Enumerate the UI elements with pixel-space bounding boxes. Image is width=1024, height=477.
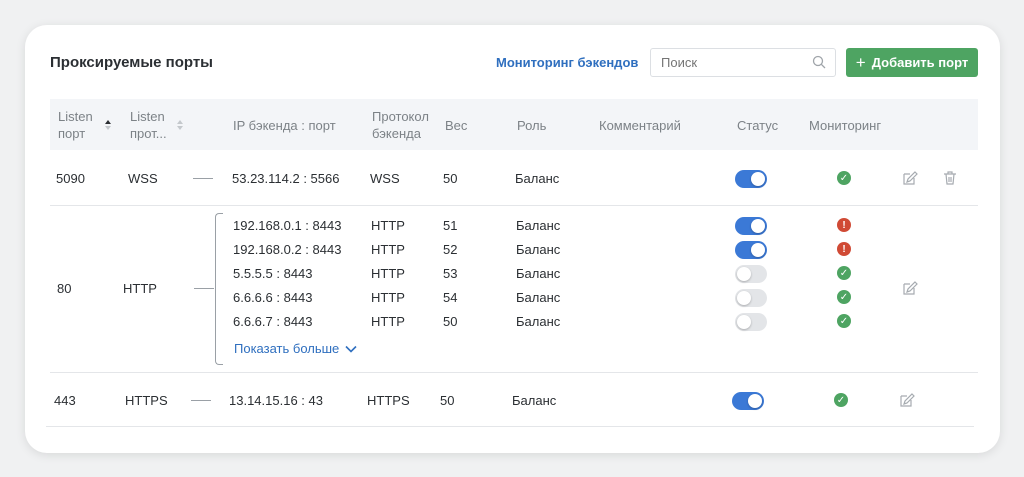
status-toggle[interactable] xyxy=(732,392,764,410)
row-divider xyxy=(50,205,978,206)
listen-port: 5090 xyxy=(56,171,85,186)
toggle-knob xyxy=(748,394,762,408)
backend-ip: 6.6.6.7 : 8443 xyxy=(233,314,313,329)
backend-proto: HTTP xyxy=(371,314,405,329)
monitoring-ok-icon: ✓ xyxy=(837,266,851,280)
toggle-knob xyxy=(737,291,751,305)
col-backend-proto-line1: Протокол xyxy=(372,109,429,124)
backend-weight: 52 xyxy=(443,242,458,257)
col-listen-port[interactable]: Listen порт xyxy=(58,108,93,142)
col-status: Статус xyxy=(737,118,779,133)
toggle-knob xyxy=(751,172,765,186)
status-toggle[interactable] xyxy=(735,170,767,188)
toggle-knob xyxy=(751,219,765,233)
trash-icon[interactable] xyxy=(942,170,958,186)
status-toggle[interactable] xyxy=(735,265,767,283)
sort-icon[interactable] xyxy=(104,119,112,131)
backend-proto: HTTP xyxy=(371,266,405,281)
row-divider xyxy=(50,372,978,373)
monitoring-error-icon: ! xyxy=(837,242,851,256)
backend-role: Баланс xyxy=(516,290,561,305)
backend-proto: HTTP xyxy=(371,290,405,305)
status-toggle[interactable] xyxy=(735,289,767,307)
backend-monitoring-link[interactable]: Мониторинг бэкендов xyxy=(496,55,638,70)
monitoring-error-icon: ! xyxy=(837,218,851,232)
toggle-knob xyxy=(751,243,765,257)
backend-proto: HTTP xyxy=(371,242,405,257)
backend-weight: 50 xyxy=(443,171,458,186)
status-toggle[interactable] xyxy=(735,241,767,259)
monitoring-ok-icon: ✓ xyxy=(837,290,851,304)
show-more-link[interactable]: Показать больше xyxy=(234,341,357,356)
backend-ip: 5.5.5.5 : 8443 xyxy=(233,266,313,281)
backend-proto: HTTP xyxy=(371,218,405,233)
backend-ip: 192.168.0.1 : 8443 xyxy=(233,218,342,233)
listen-port: 80 xyxy=(57,281,72,296)
page-title: Проксируемые порты xyxy=(50,54,213,71)
col-monitoring: Мониторинг xyxy=(809,118,882,133)
backend-group-bracket xyxy=(215,213,223,365)
backend-proto: WSS xyxy=(370,171,400,186)
backend-weight: 53 xyxy=(443,266,458,281)
backend-weight: 50 xyxy=(443,314,458,329)
backend-role: Баланс xyxy=(516,242,561,257)
backend-ip: 6.6.6.6 : 8443 xyxy=(233,290,313,305)
status-toggle[interactable] xyxy=(735,217,767,235)
edit-icon[interactable] xyxy=(902,170,918,186)
listen-proto: WSS xyxy=(128,171,158,186)
backend-role: Баланс xyxy=(512,393,557,408)
listen-proto: HTTP xyxy=(123,281,157,296)
backend-ip: 13.14.15.16 : 43 xyxy=(229,393,323,408)
search-input[interactable] xyxy=(650,48,836,77)
col-backend-ip: IP бэкенда : порт xyxy=(233,118,336,133)
backend-weight: 51 xyxy=(443,218,458,233)
col-listen-port-line2: порт xyxy=(58,126,86,141)
backend-proto: HTTPS xyxy=(367,393,410,408)
listen-port: 443 xyxy=(54,393,76,408)
show-more-label: Показать больше xyxy=(234,341,340,356)
toggle-knob xyxy=(737,315,751,329)
col-role: Роль xyxy=(517,118,547,133)
monitoring-ok-icon: ✓ xyxy=(834,393,848,407)
col-backend-proto-line2: бэкенда xyxy=(372,126,421,141)
row-connector xyxy=(193,178,213,179)
row-connector xyxy=(191,400,211,401)
toggle-knob xyxy=(737,267,751,281)
backend-ip: 53.23.114.2 : 5566 xyxy=(232,171,340,186)
monitoring-ok-icon: ✓ xyxy=(837,171,851,185)
col-listen-port-line1: Listen xyxy=(58,109,93,124)
backend-role: Баланс xyxy=(515,171,560,186)
plus-icon: + xyxy=(855,53,866,72)
backend-role: Баланс xyxy=(516,314,561,329)
backend-role: Баланс xyxy=(516,218,561,233)
monitoring-ok-icon: ✓ xyxy=(837,314,851,328)
row-connector xyxy=(194,288,214,289)
add-port-label: Добавить порт xyxy=(871,55,969,70)
chevron-down-icon xyxy=(345,345,357,353)
backend-ip: 192.168.0.2 : 8443 xyxy=(233,242,342,257)
backend-role: Баланс xyxy=(516,266,561,281)
row-divider xyxy=(46,426,974,427)
search-icon xyxy=(812,55,826,69)
col-listen-proto[interactable]: Listen прот... xyxy=(130,108,167,142)
col-listen-proto-line2: прот... xyxy=(130,126,167,141)
backend-weight: 50 xyxy=(440,393,455,408)
edit-icon[interactable] xyxy=(899,392,915,408)
col-listen-proto-line1: Listen xyxy=(130,109,165,124)
add-port-button[interactable]: + Добавить порт xyxy=(846,48,978,77)
col-weight: Вес xyxy=(445,118,468,133)
listen-proto: HTTPS xyxy=(125,393,168,408)
backend-weight: 54 xyxy=(443,290,458,305)
ports-card xyxy=(25,25,1000,453)
sort-icon[interactable] xyxy=(176,119,184,131)
status-toggle[interactable] xyxy=(735,313,767,331)
edit-icon[interactable] xyxy=(902,280,918,296)
col-backend-proto: Протокол бэкенда xyxy=(372,108,429,142)
col-comment: Комментарий xyxy=(599,118,681,133)
